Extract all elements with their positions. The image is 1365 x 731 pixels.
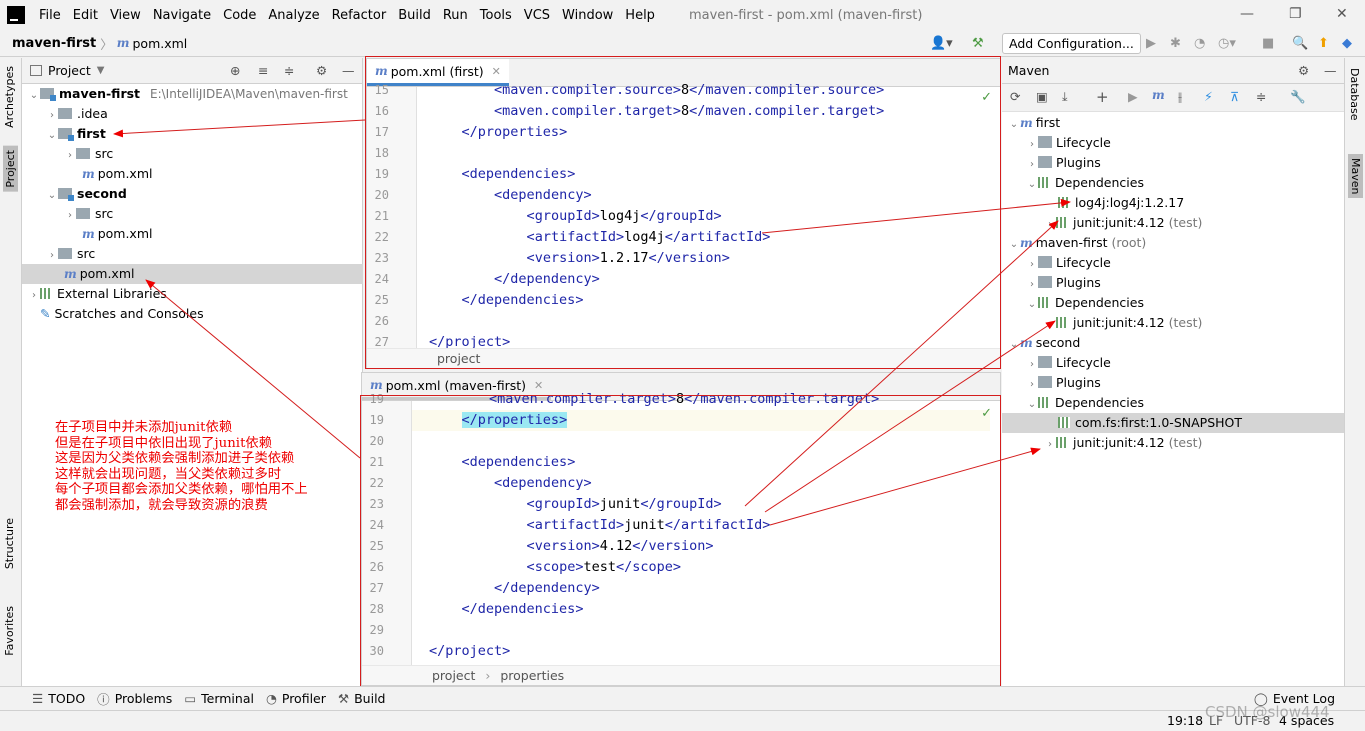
bottom-tool-bar: ☰ TODO ⓘ Problems ▭ Terminal ◔ Profiler ⚒ Bui… [0, 686, 1365, 710]
caret-position[interactable]: 19:18 [1167, 713, 1203, 728]
tab-todo[interactable]: ☰ TODO [32, 691, 85, 706]
arrow-to-log4j [761, 198, 1071, 234]
annotation-arrows [113, 119, 1071, 526]
arrow-to-second-junit [769, 447, 1041, 526]
tab-label: Problems [114, 691, 173, 706]
tab-label: TODO [48, 691, 86, 706]
problems-icon: ⓘ [97, 692, 110, 707]
profiler-icon: ◔ [265, 691, 277, 706]
tab-problems[interactable]: ⓘ Problems [97, 689, 172, 708]
build-hammer-icon: ⚒ [337, 691, 350, 706]
terminal-icon: ▭ [184, 691, 197, 706]
tab-label: Build [354, 691, 386, 706]
tab-terminal[interactable]: ▭ Terminal [184, 691, 254, 706]
todo-icon: ☰ [32, 691, 44, 706]
tab-label: Profiler [281, 691, 326, 706]
arrow-to-first [113, 119, 366, 138]
tab-build[interactable]: ⚒ Build [338, 691, 386, 706]
watermark: CSDN @slow444 [1205, 703, 1330, 721]
tab-label: Terminal [201, 691, 254, 706]
arrow-to-root-junit [764, 320, 1056, 513]
arrow-to-root-pom [145, 279, 361, 459]
tab-profiler[interactable]: ◔ Profiler [266, 691, 326, 706]
status-bar: 19:18 LF UTF-8 4 spaces CSDN @slow444 [0, 703, 1365, 731]
arrow-to-first-junit [744, 220, 1059, 507]
